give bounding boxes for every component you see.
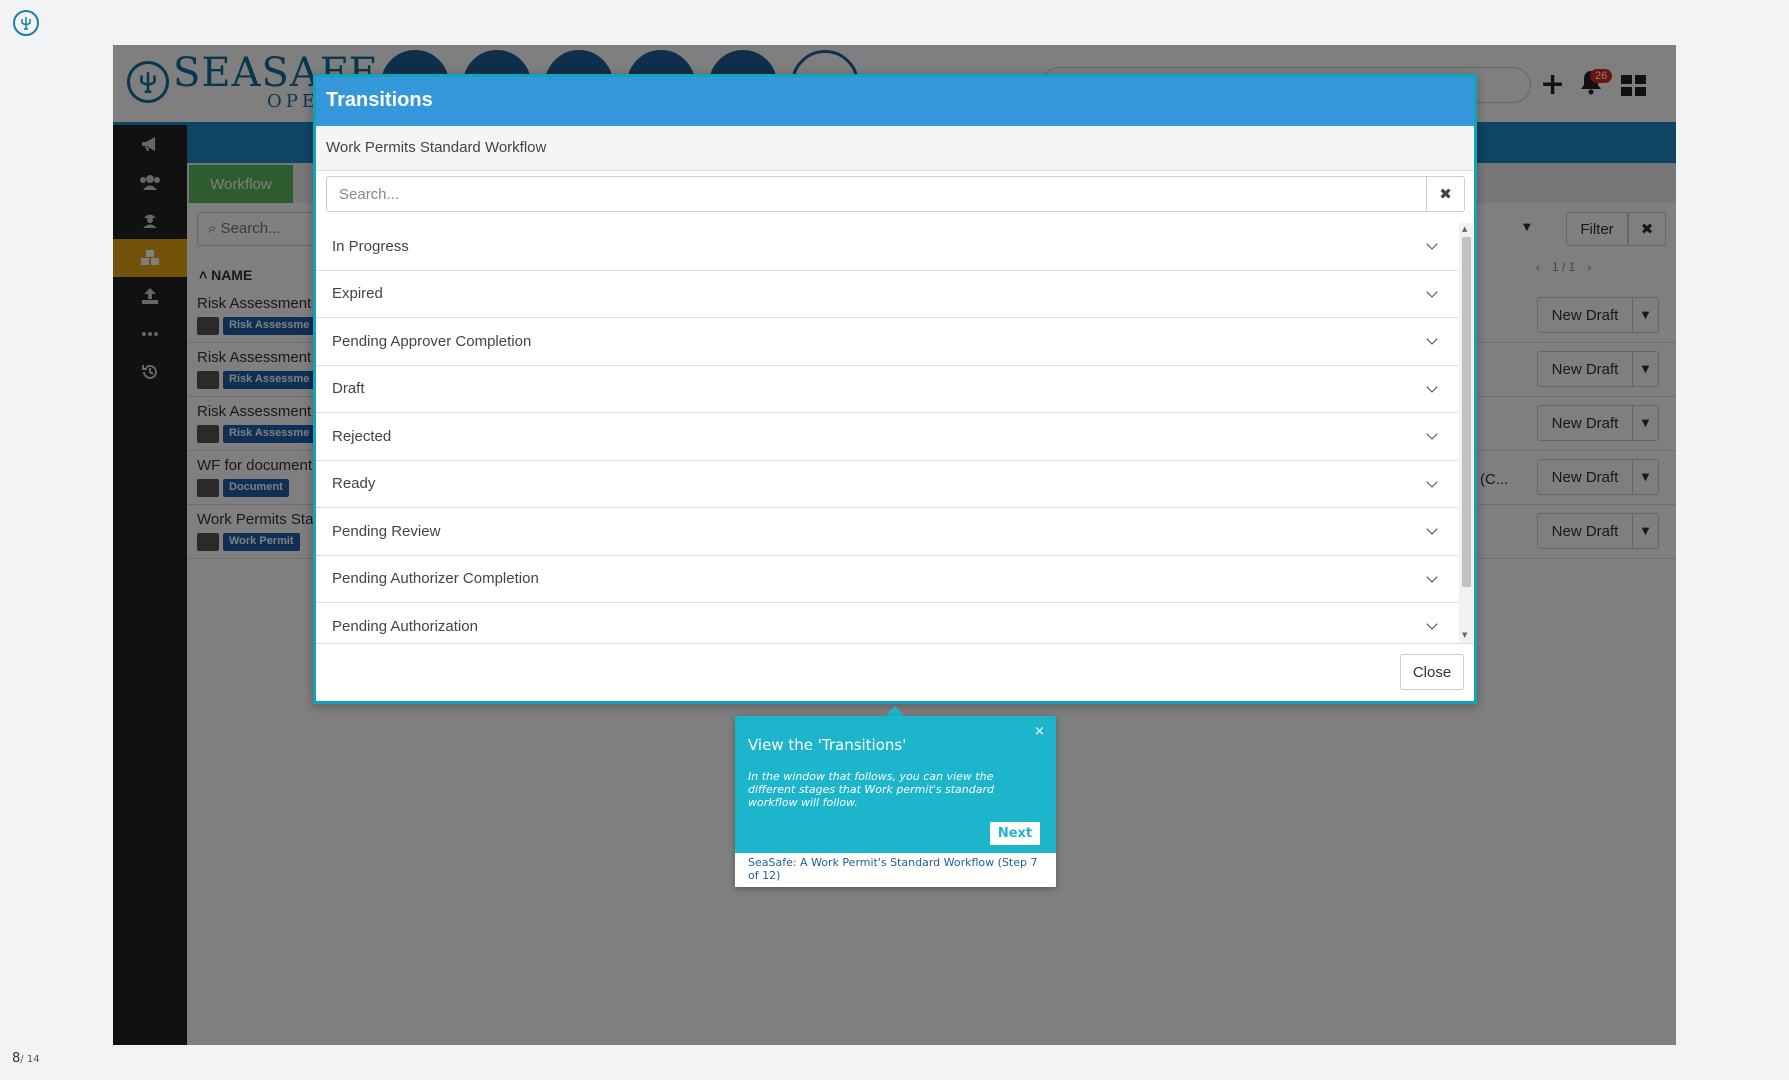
clear-search-button[interactable]: ✖ [1427, 176, 1465, 212]
transition-label: Rejected [332, 427, 392, 445]
scroll-up-icon[interactable]: ▲ [1462, 225, 1467, 233]
chevron-down-icon [1426, 428, 1438, 440]
workflow-name: Work Permits Standard Workflow [316, 126, 1474, 171]
chevron-down-icon [1426, 286, 1438, 298]
chevron-down-icon [1426, 476, 1438, 488]
transitions-modal: Transitions Work Permits Standard Workfl… [313, 74, 1477, 704]
step-counter: 8/ 14 [12, 1051, 40, 1066]
transition-label: Expired [332, 285, 383, 303]
transition-label: Pending Review [332, 522, 441, 540]
transition-item[interactable]: In Progress [316, 223, 1458, 271]
chevron-down-icon [1426, 618, 1438, 630]
transition-label: Pending Approver Completion [332, 332, 532, 350]
next-button[interactable]: Next [990, 822, 1040, 845]
transition-label: Pending Authorization [332, 617, 478, 635]
scroll-thumb[interactable] [1462, 237, 1471, 587]
transition-item[interactable]: Rejected [316, 413, 1458, 461]
scroll-down-icon[interactable]: ▼ [1462, 631, 1467, 639]
trident-logo-icon [13, 10, 39, 36]
modal-title: Transitions [316, 77, 1474, 126]
transition-item[interactable]: Draft [316, 366, 1458, 413]
tooltip-title: View the 'Transitions' [748, 736, 907, 754]
tooltip-arrow [886, 706, 904, 716]
transition-item[interactable]: Ready [316, 461, 1458, 508]
modal-footer: Close [316, 643, 1474, 701]
close-icon[interactable]: × [1034, 724, 1045, 739]
total-steps: / 14 [20, 1054, 40, 1065]
transition-item[interactable]: Pending Approver Completion [316, 318, 1458, 366]
player-top-bar [0, 0, 1789, 45]
chevron-down-icon [1426, 523, 1438, 535]
transition-item[interactable]: Pending Authorizer Completion [316, 556, 1458, 603]
transition-label: In Progress [332, 237, 409, 255]
chevron-down-icon [1426, 238, 1438, 250]
transitions-scrollbar[interactable]: ▲ ▼ [1459, 223, 1473, 643]
close-button[interactable]: Close [1400, 654, 1464, 690]
transitions-list: In Progress Expired Pending Approver Com… [316, 223, 1458, 643]
transition-label: Ready [332, 475, 376, 493]
tooltip-body: In the window that follows, you can view… [748, 770, 995, 809]
transitions-search-input[interactable] [326, 176, 1427, 212]
chevron-down-icon [1426, 571, 1438, 583]
transition-item[interactable]: Pending Review [316, 508, 1458, 556]
transition-item[interactable]: Expired [316, 271, 1458, 318]
chevron-down-icon [1426, 333, 1438, 345]
modal-search: ✖ [326, 176, 1465, 214]
tour-tooltip: × View the 'Transitions' In the window t… [735, 716, 1056, 887]
transition-item[interactable]: Pending Authorization [316, 603, 1458, 643]
player-bottom-bar [0, 1045, 1789, 1080]
chevron-down-icon [1426, 381, 1438, 393]
transition-label: Pending Authorizer Completion [332, 570, 539, 588]
transition-label: Draft [332, 380, 365, 398]
tooltip-footer: SeaSafe: A Work Permit's Standard Workfl… [735, 853, 1056, 887]
